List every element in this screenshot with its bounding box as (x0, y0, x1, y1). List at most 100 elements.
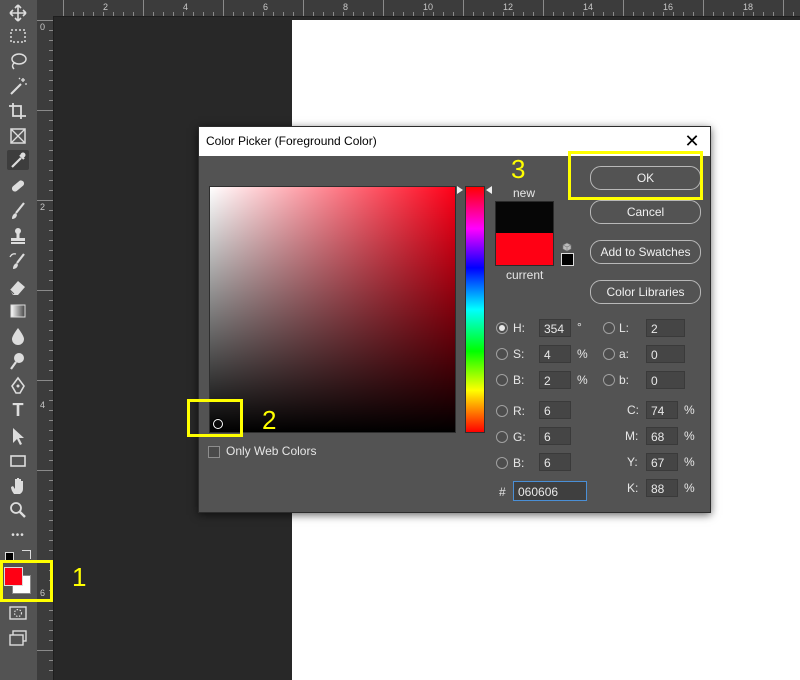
blue-radio[interactable] (496, 457, 508, 469)
saturation-radio[interactable] (496, 348, 508, 360)
eyedropper-icon[interactable] (7, 150, 29, 170)
percent-unit: % (684, 455, 695, 469)
black-field[interactable]: 88 (646, 479, 678, 497)
ruler-tick (623, 0, 624, 16)
blur-icon[interactable] (7, 326, 29, 346)
gradient-icon[interactable] (7, 301, 29, 321)
clone-stamp-icon[interactable] (7, 226, 29, 246)
b-channel-field[interactable]: 0 (646, 371, 685, 389)
ruler-tick (49, 360, 53, 361)
close-icon[interactable]: ✕ (681, 130, 703, 152)
brush-icon[interactable] (7, 201, 29, 221)
brightness-field[interactable]: 2 (539, 371, 571, 389)
ruler-tick (133, 12, 134, 16)
ruler-tick (773, 12, 774, 16)
ruler-tick (49, 140, 53, 141)
ruler-label: 12 (503, 2, 514, 12)
history-brush-icon[interactable] (7, 251, 29, 271)
green-field[interactable]: 6 (539, 427, 571, 445)
hue-field[interactable]: 354 (539, 319, 571, 337)
ruler-tick (49, 330, 53, 331)
hand-icon[interactable] (7, 476, 29, 496)
red-field[interactable]: 6 (539, 401, 571, 419)
ruler-tick (533, 12, 534, 16)
pen-icon[interactable] (7, 376, 29, 396)
zoom-icon[interactable] (7, 500, 29, 520)
ruler-tick (49, 500, 53, 501)
screen-mode-icon[interactable] (7, 628, 29, 648)
ruler-tick (37, 650, 53, 651)
green-radio[interactable] (496, 431, 508, 443)
cancel-button[interactable]: Cancel (590, 200, 701, 224)
magenta-field[interactable]: 68 (646, 427, 678, 445)
only-web-colors-checkbox[interactable] (208, 446, 220, 458)
move-icon[interactable] (7, 3, 29, 23)
hue-radio[interactable] (496, 322, 508, 334)
color-libraries-button[interactable]: Color Libraries (590, 280, 701, 304)
ruler-tick (673, 12, 674, 16)
ruler-tick (633, 12, 634, 16)
quick-mask-icon[interactable] (7, 603, 29, 623)
swap-colors-icon[interactable] (22, 550, 31, 559)
lightness-label: L: (619, 321, 630, 335)
color-field[interactable] (209, 186, 456, 433)
magic-wand-icon[interactable] (7, 76, 29, 96)
yellow-field[interactable]: 67 (646, 453, 678, 471)
brightness-radio[interactable] (496, 374, 508, 386)
b-channel-radio[interactable] (603, 374, 615, 386)
add-to-swatches-button[interactable]: Add to Swatches (590, 240, 701, 264)
hue-slider[interactable] (465, 186, 485, 433)
blue-label: B: (513, 456, 525, 470)
black-label: K: (627, 481, 639, 495)
path-selection-icon[interactable] (7, 426, 29, 446)
blue-field[interactable]: 6 (539, 453, 571, 471)
ruler-tick (543, 0, 544, 16)
ruler-tick (783, 0, 784, 16)
ruler-tick (49, 530, 53, 531)
ruler-tick (353, 12, 354, 16)
lightness-field[interactable]: 2 (646, 319, 685, 337)
ruler-tick (423, 12, 424, 16)
lightness-radio[interactable] (603, 322, 615, 334)
eraser-icon[interactable] (7, 276, 29, 296)
ruler-tick (37, 110, 53, 111)
ruler-tick (183, 12, 184, 16)
saturation-field[interactable]: 4 (539, 345, 571, 363)
more-icon[interactable]: ••• (7, 526, 29, 546)
frame-icon[interactable] (7, 126, 29, 146)
type-icon[interactable]: T (7, 400, 29, 420)
hue-slider-right-handle[interactable] (486, 186, 492, 194)
dodge-icon[interactable] (7, 351, 29, 371)
ruler-tick (49, 640, 53, 641)
a-channel-radio[interactable] (603, 348, 615, 360)
a-channel-field[interactable]: 0 (646, 345, 685, 363)
red-radio[interactable] (496, 405, 508, 417)
ruler-tick (213, 12, 214, 16)
hex-label: # (499, 485, 506, 499)
hue-slider-left-handle[interactable] (457, 186, 463, 194)
rectangle-icon[interactable] (7, 451, 29, 471)
current-color-swatch[interactable] (495, 233, 554, 266)
ruler-tick (173, 12, 174, 16)
ruler-tick (49, 250, 53, 251)
cyan-field[interactable]: 74 (646, 401, 678, 419)
percent-unit: % (684, 403, 695, 417)
degree-unit: ° (577, 320, 582, 334)
ruler-label: 2 (103, 2, 109, 12)
ruler-tick (49, 40, 53, 41)
ruler-tick (49, 100, 53, 101)
percent-unit: % (684, 481, 695, 495)
marquee-icon[interactable] (7, 26, 29, 46)
healing-brush-icon[interactable] (7, 176, 29, 196)
cube-icon[interactable] (562, 239, 572, 252)
hex-field[interactable]: 060606 (513, 481, 587, 501)
lasso-icon[interactable] (7, 51, 29, 71)
ruler-tick (583, 12, 584, 16)
ruler-tick (473, 12, 474, 16)
ruler-tick (93, 12, 94, 16)
ruler-tick (603, 12, 604, 16)
crop-icon[interactable] (7, 101, 29, 121)
ruler-tick (49, 450, 53, 451)
web-safe-color-swatch[interactable] (561, 253, 574, 266)
red-label: R: (513, 404, 525, 418)
